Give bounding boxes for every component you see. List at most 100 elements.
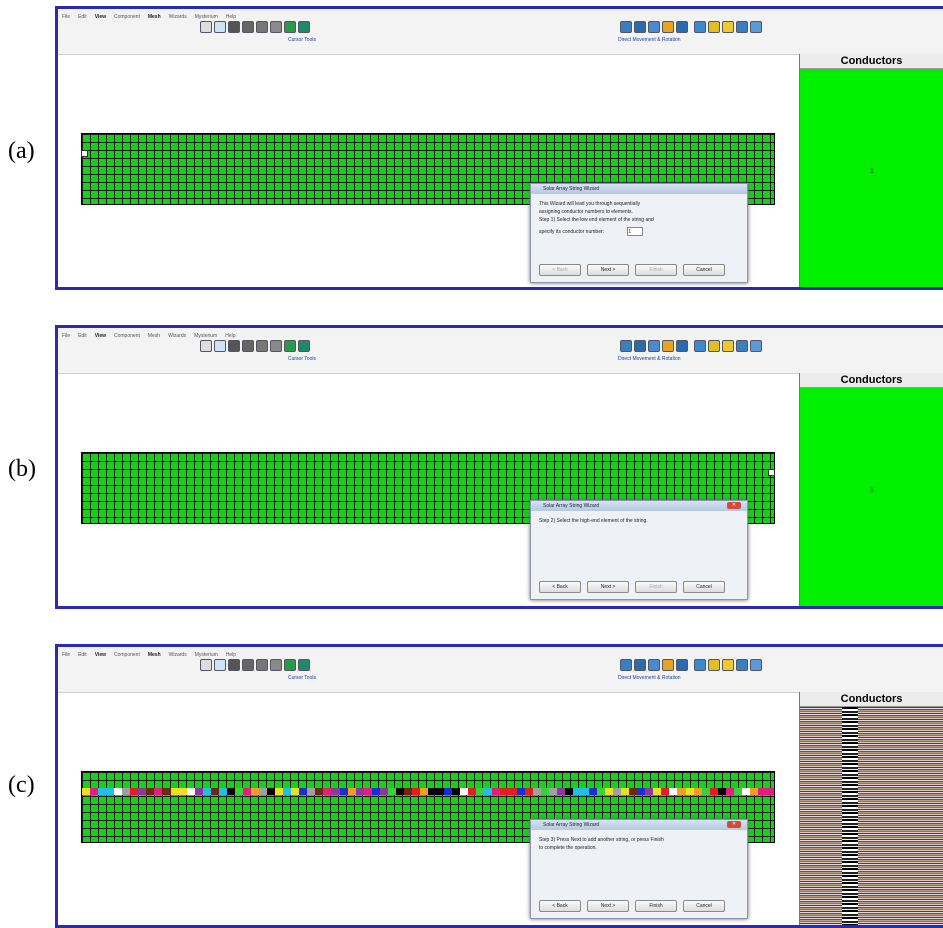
rotate-z-icon[interactable] [722, 659, 734, 671]
rotate-y-icon[interactable] [708, 21, 720, 33]
move-z-icon[interactable] [648, 340, 660, 352]
next-button[interactable]: Next > [587, 264, 629, 276]
menu-help[interactable]: Help [226, 14, 236, 20]
element-tool-icon[interactable] [228, 21, 240, 33]
back-button[interactable]: < Back [539, 581, 581, 593]
next-button[interactable]: Next > [587, 581, 629, 593]
move-x-icon[interactable] [620, 659, 632, 671]
back-button[interactable]: < Back [539, 264, 581, 276]
rotate-cw-icon[interactable] [736, 21, 748, 33]
menu-wizards[interactable]: Wizards [169, 652, 187, 658]
mesh-tool-icon[interactable] [298, 21, 310, 33]
menu-edit[interactable]: Edit [78, 652, 87, 658]
next-button[interactable]: Next > [587, 900, 629, 912]
node-tool-icon[interactable] [242, 659, 254, 671]
menu-view[interactable]: View [95, 652, 106, 658]
menu-help[interactable]: Help [225, 333, 235, 339]
menu-help[interactable]: Help [226, 652, 236, 658]
node-tool-icon[interactable] [242, 21, 254, 33]
app-window-c: File Edit View Component Mesh Wizards My… [55, 644, 943, 928]
menu-wizards[interactable]: Wizards [168, 333, 186, 339]
box-icon[interactable] [662, 659, 674, 671]
menu-mesh[interactable]: Mesh [148, 333, 160, 339]
toolbar: File Edit View Component Mesh Wizards My… [58, 328, 943, 374]
close-icon[interactable]: ✕ [727, 821, 741, 828]
menu-view[interactable]: View [95, 333, 106, 339]
mesh-tool-icon[interactable] [298, 340, 310, 352]
menu-edit[interactable]: Edit [78, 333, 87, 339]
select-cursor-icon[interactable] [200, 21, 212, 33]
box-icon[interactable] [662, 340, 674, 352]
box-select-icon[interactable] [214, 21, 226, 33]
rotate-y-icon[interactable] [708, 659, 720, 671]
finish-button[interactable]: Finish [635, 900, 677, 912]
menu-view[interactable]: View [95, 14, 106, 20]
rotate-cw-icon[interactable] [736, 659, 748, 671]
menu-file[interactable]: File [62, 333, 70, 339]
add-tool-icon[interactable] [284, 340, 296, 352]
finish-button[interactable]: Finish [635, 581, 677, 593]
edge-tool-icon[interactable] [270, 340, 282, 352]
view-icon[interactable] [676, 659, 688, 671]
move-y-icon[interactable] [634, 21, 646, 33]
face-tool-icon[interactable] [256, 21, 268, 33]
rotate-x-icon[interactable] [694, 21, 706, 33]
select-cursor-icon[interactable] [200, 340, 212, 352]
menu-file[interactable]: File [62, 14, 70, 20]
cancel-button[interactable]: Cancel [683, 900, 725, 912]
menu-mesh[interactable]: Mesh [148, 14, 161, 20]
conductor-number-input[interactable]: 1 [627, 227, 644, 236]
edge-tool-icon[interactable] [270, 21, 282, 33]
menu-mesh[interactable]: Mesh [148, 652, 161, 658]
menu-component[interactable]: Component [114, 652, 140, 658]
cancel-button[interactable]: Cancel [683, 264, 725, 276]
face-tool-icon[interactable] [256, 659, 268, 671]
element-tool-icon[interactable] [228, 340, 240, 352]
box-icon[interactable] [662, 21, 674, 33]
menu-edit[interactable]: Edit [78, 14, 87, 20]
menu-component[interactable]: Component [114, 333, 140, 339]
face-tool-icon[interactable] [256, 340, 268, 352]
rotate-z-icon[interactable] [722, 340, 734, 352]
back-button[interactable]: < Back [539, 900, 581, 912]
rotate-x-icon[interactable] [694, 659, 706, 671]
rotate-ccw-icon[interactable] [750, 21, 762, 33]
add-tool-icon[interactable] [284, 21, 296, 33]
conductors-header: Conductors [800, 54, 943, 69]
rotate-y-icon[interactable] [708, 340, 720, 352]
add-tool-icon[interactable] [284, 659, 296, 671]
view-icon[interactable] [676, 21, 688, 33]
menu-mysterium[interactable]: Mysterium [195, 652, 218, 658]
cancel-button[interactable]: Cancel [683, 581, 725, 593]
string-element [524, 788, 533, 795]
edge-tool-icon[interactable] [270, 659, 282, 671]
move-y-icon[interactable] [634, 659, 646, 671]
finish-button[interactable]: Finish [635, 264, 677, 276]
rotate-z-icon[interactable] [722, 21, 734, 33]
menu-component[interactable]: Component [114, 14, 140, 20]
close-icon[interactable]: ✕ [727, 502, 741, 509]
box-select-icon[interactable] [214, 659, 226, 671]
move-x-icon[interactable] [620, 340, 632, 352]
rotate-x-icon[interactable] [694, 340, 706, 352]
rotate-cw-icon[interactable] [736, 340, 748, 352]
mesh-tool-icon[interactable] [298, 659, 310, 671]
menu-file[interactable]: File [62, 652, 70, 658]
string-element [267, 788, 276, 795]
move-y-icon[interactable] [634, 340, 646, 352]
menu-mysterium[interactable]: Mysterium [194, 333, 217, 339]
view-icon[interactable] [676, 340, 688, 352]
string-element [476, 788, 485, 795]
menu-wizards[interactable]: Wizards [169, 14, 187, 20]
move-x-icon[interactable] [620, 21, 632, 33]
select-cursor-icon[interactable] [200, 659, 212, 671]
rotate-ccw-icon[interactable] [750, 340, 762, 352]
rotate-ccw-icon[interactable] [750, 659, 762, 671]
node-tool-icon[interactable] [242, 340, 254, 352]
menu-mysterium[interactable]: Mysterium [195, 14, 218, 20]
move-z-icon[interactable] [648, 659, 660, 671]
box-select-icon[interactable] [214, 340, 226, 352]
move-z-icon[interactable] [648, 21, 660, 33]
direct-movement-caption: Direct Movement & Rotation [618, 37, 681, 43]
element-tool-icon[interactable] [228, 659, 240, 671]
